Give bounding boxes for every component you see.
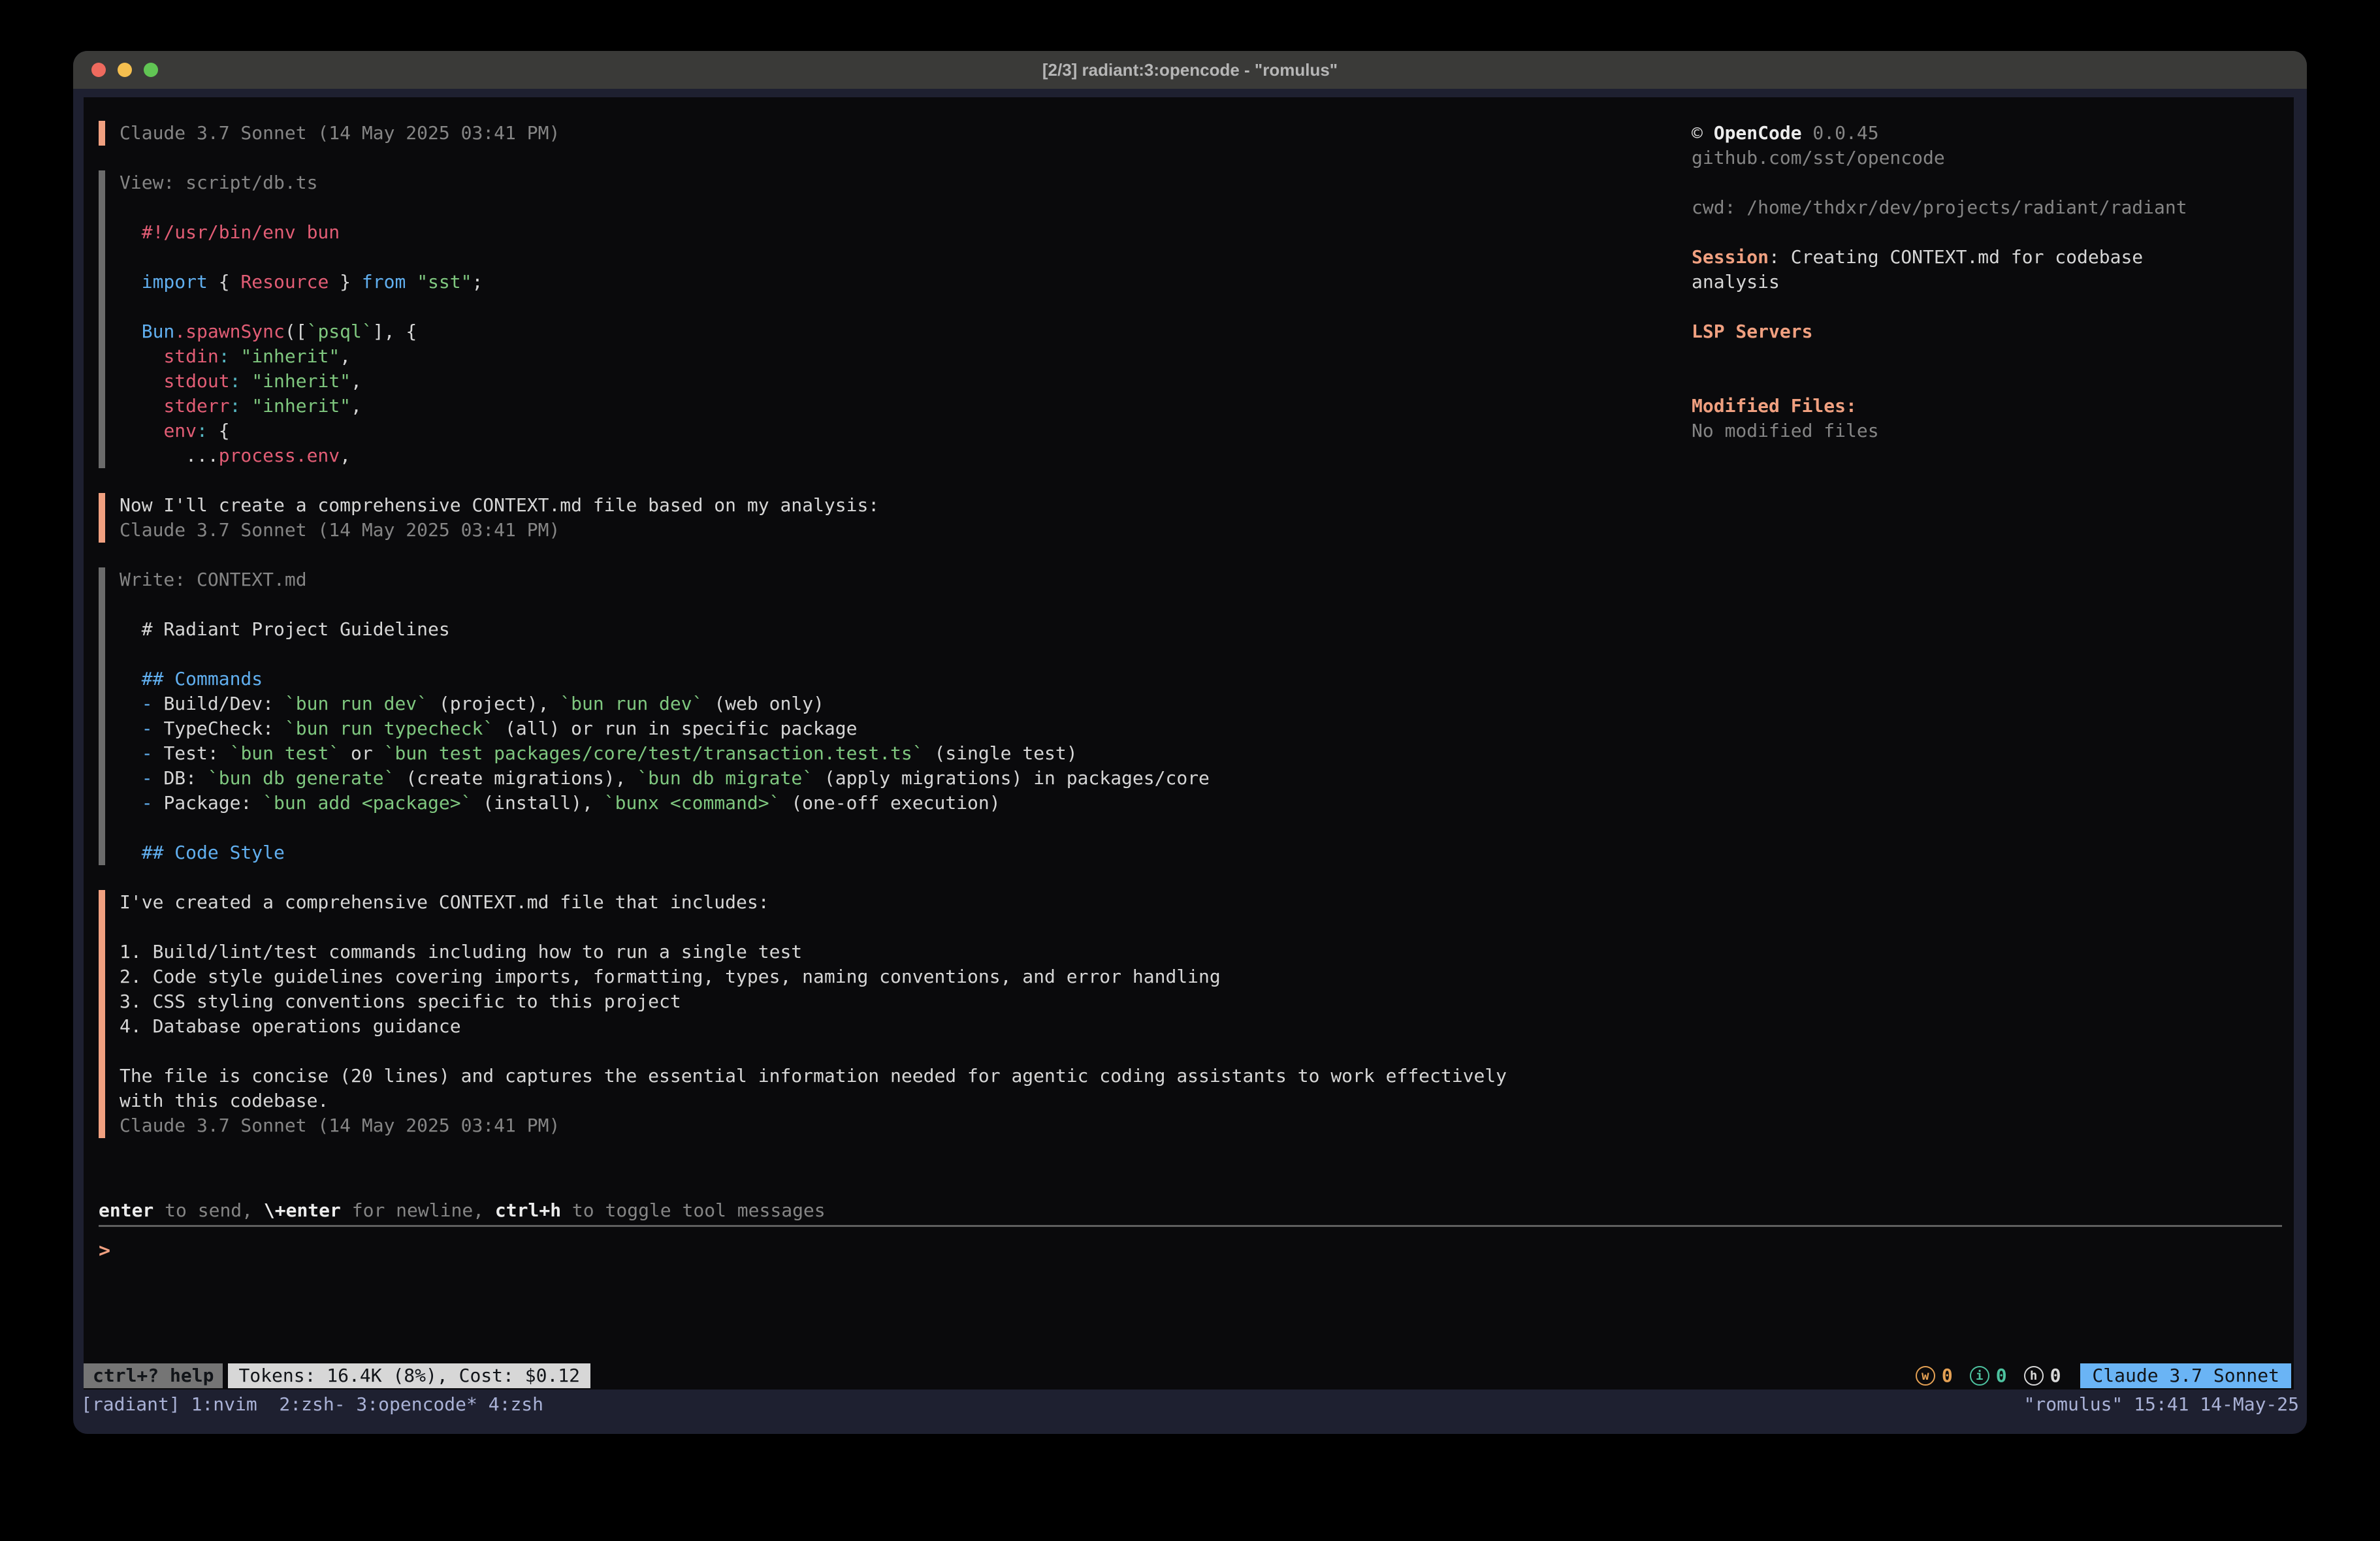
tmux-status-bar: [radiant] 1:nvim 2:zsh- 3:opencode* 4:zs…	[81, 1392, 2299, 1417]
minimize-button[interactable]	[118, 63, 132, 77]
text-line: # Radiant Project Guidelines	[120, 617, 1210, 642]
status-bar: ctrl+? help Tokens: 16.4K (8%), Cost: $0…	[84, 1363, 2291, 1388]
keybinding-hint-text: enter to send, \+enter for newline, ctrl…	[99, 1198, 826, 1223]
info-icon: i	[1970, 1366, 1989, 1386]
message-body: Claude 3.7 Sonnet (14 May 2025 03:41 PM)	[105, 121, 560, 146]
sidebar-line: No modified files	[1692, 419, 2279, 443]
text-line: 2. Code style guidelines covering import…	[120, 964, 1507, 989]
tmux-session-clock: "romulus" 15:41 14-May-25	[2024, 1392, 2299, 1417]
message-accent-bar	[99, 567, 105, 865]
message-body: Now I'll create a comprehensive CONTEXT.…	[105, 493, 879, 543]
chat-block: Write: CONTEXT.md # Radiant Project Guid…	[99, 567, 1507, 865]
text-line: with this codebase.	[120, 1088, 1507, 1113]
tokens-cost-badge: Tokens: 16.4K (8%), Cost: $0.12	[228, 1363, 590, 1388]
message-body: View: script/db.ts #!/usr/bin/env bun im…	[105, 170, 483, 468]
text-line: import { Resource } from "sst";	[120, 270, 483, 294]
text-line: #!/usr/bin/env bun	[120, 220, 483, 245]
text-line: stderr: "inherit",	[120, 394, 483, 419]
hint-icon: h	[2024, 1366, 2044, 1386]
hint-count: 0	[2050, 1363, 2061, 1388]
text-line: The file is concise (20 lines) and captu…	[120, 1064, 1507, 1088]
text-line: ## Code Style	[120, 840, 1210, 865]
chat-history: Claude 3.7 Sonnet (14 May 2025 03:41 PM)…	[99, 121, 1507, 1138]
session-sidebar: © OpenCode 0.0.45github.com/sst/opencode…	[1692, 121, 2279, 443]
text-line	[120, 592, 1210, 617]
text-line: Write: CONTEXT.md	[120, 567, 1210, 592]
sidebar-line: github.com/sst/opencode	[1692, 146, 2279, 170]
diagnostic-info: i0	[1970, 1363, 2007, 1388]
message-accent-bar	[99, 170, 105, 468]
sidebar-line: Session: Creating CONTEXT.md for codebas…	[1692, 245, 2279, 270]
sidebar-line	[1692, 369, 2279, 394]
sidebar-line: © OpenCode 0.0.45	[1692, 121, 2279, 146]
diagnostics-counters: w0i0h0	[1916, 1363, 2061, 1388]
model-badge[interactable]: Claude 3.7 Sonnet	[2080, 1363, 2291, 1388]
text-line: View: script/db.ts	[120, 170, 483, 195]
text-line: - TypeCheck: `bun run typecheck` (all) o…	[120, 716, 1210, 741]
text-line: I've created a comprehensive CONTEXT.md …	[120, 890, 1507, 915]
text-line: 3. CSS styling conventions specific to t…	[120, 989, 1507, 1014]
text-line	[120, 1039, 1507, 1064]
text-line	[120, 915, 1507, 940]
text-line	[120, 816, 1210, 840]
text-line: Claude 3.7 Sonnet (14 May 2025 03:41 PM)	[120, 121, 560, 146]
sidebar-line: LSP Servers	[1692, 319, 2279, 344]
zoom-button[interactable]	[144, 63, 158, 77]
chat-block: View: script/db.ts #!/usr/bin/env bun im…	[99, 170, 1507, 468]
message-accent-bar	[99, 493, 105, 543]
message-accent-bar	[99, 890, 105, 1138]
sidebar-line: cwd: /home/thdxr/dev/projects/radiant/ra…	[1692, 195, 2279, 220]
warning-count: 0	[1942, 1363, 1953, 1388]
text-line: Claude 3.7 Sonnet (14 May 2025 03:41 PM)	[120, 1113, 1507, 1138]
input-divider	[99, 1225, 2282, 1227]
opencode-screen: Claude 3.7 Sonnet (14 May 2025 03:41 PM)…	[84, 97, 2294, 1390]
text-line	[120, 642, 1210, 667]
message-accent-bar	[99, 121, 105, 146]
window-title: [2/3] radiant:3:opencode - "romulus"	[1042, 60, 1338, 80]
sidebar-line	[1692, 294, 2279, 319]
text-line: stdout: "inherit",	[120, 369, 483, 394]
text-line: ...process.env,	[120, 443, 483, 468]
traffic-lights	[91, 63, 158, 77]
keybinding-hint: enter to send, \+enter for newline, ctrl…	[99, 1198, 826, 1223]
message-body: Write: CONTEXT.md # Radiant Project Guid…	[105, 567, 1210, 865]
text-line	[120, 294, 483, 319]
text-line: Bun.spawnSync([`psql`], {	[120, 319, 483, 344]
text-line: - DB: `bun db generate` (create migratio…	[120, 766, 1210, 791]
text-line: Now I'll create a comprehensive CONTEXT.…	[120, 493, 879, 518]
text-line: env: {	[120, 419, 483, 443]
message-body: I've created a comprehensive CONTEXT.md …	[105, 890, 1507, 1138]
sidebar-line	[1692, 344, 2279, 369]
help-badge: ctrl+? help	[84, 1363, 223, 1388]
sidebar-line	[1692, 220, 2279, 245]
text-line: 1. Build/lint/test commands including ho…	[120, 940, 1507, 964]
text-line: 4. Database operations guidance	[120, 1014, 1507, 1039]
tmux-window-list[interactable]: [radiant] 1:nvim 2:zsh- 3:opencode* 4:zs…	[81, 1392, 543, 1417]
sidebar-line: Modified Files:	[1692, 394, 2279, 419]
text-line	[120, 245, 483, 270]
warning-icon: w	[1916, 1366, 1935, 1386]
text-line	[120, 195, 483, 220]
text-line: - Package: `bun add <package>` (install)…	[120, 791, 1210, 816]
sidebar-line	[1692, 170, 2279, 195]
prompt-input[interactable]: >	[99, 1239, 110, 1262]
text-line: ## Commands	[120, 667, 1210, 691]
chat-block: I've created a comprehensive CONTEXT.md …	[99, 890, 1507, 1138]
text-line: - Build/Dev: `bun run dev` (project), `b…	[120, 691, 1210, 716]
chat-block: Claude 3.7 Sonnet (14 May 2025 03:41 PM)	[99, 121, 1507, 146]
text-line: - Test: `bun test` or `bun test packages…	[120, 741, 1210, 766]
diagnostic-hint: h0	[2024, 1363, 2061, 1388]
text-line: Claude 3.7 Sonnet (14 May 2025 03:41 PM)	[120, 518, 879, 543]
status-right-group: w0i0h0 Claude 3.7 Sonnet	[1916, 1363, 2291, 1388]
sidebar-line: analysis	[1692, 270, 2279, 294]
prompt-symbol: >	[99, 1239, 110, 1262]
info-count: 0	[1996, 1363, 2007, 1388]
terminal-window: [2/3] radiant:3:opencode - "romulus" Cla…	[73, 51, 2307, 1434]
chat-block: Now I'll create a comprehensive CONTEXT.…	[99, 493, 1507, 543]
diagnostic-warning: w0	[1916, 1363, 1953, 1388]
window-titlebar[interactable]: [2/3] radiant:3:opencode - "romulus"	[73, 51, 2307, 89]
close-button[interactable]	[91, 63, 106, 77]
text-line: stdin: "inherit",	[120, 344, 483, 369]
